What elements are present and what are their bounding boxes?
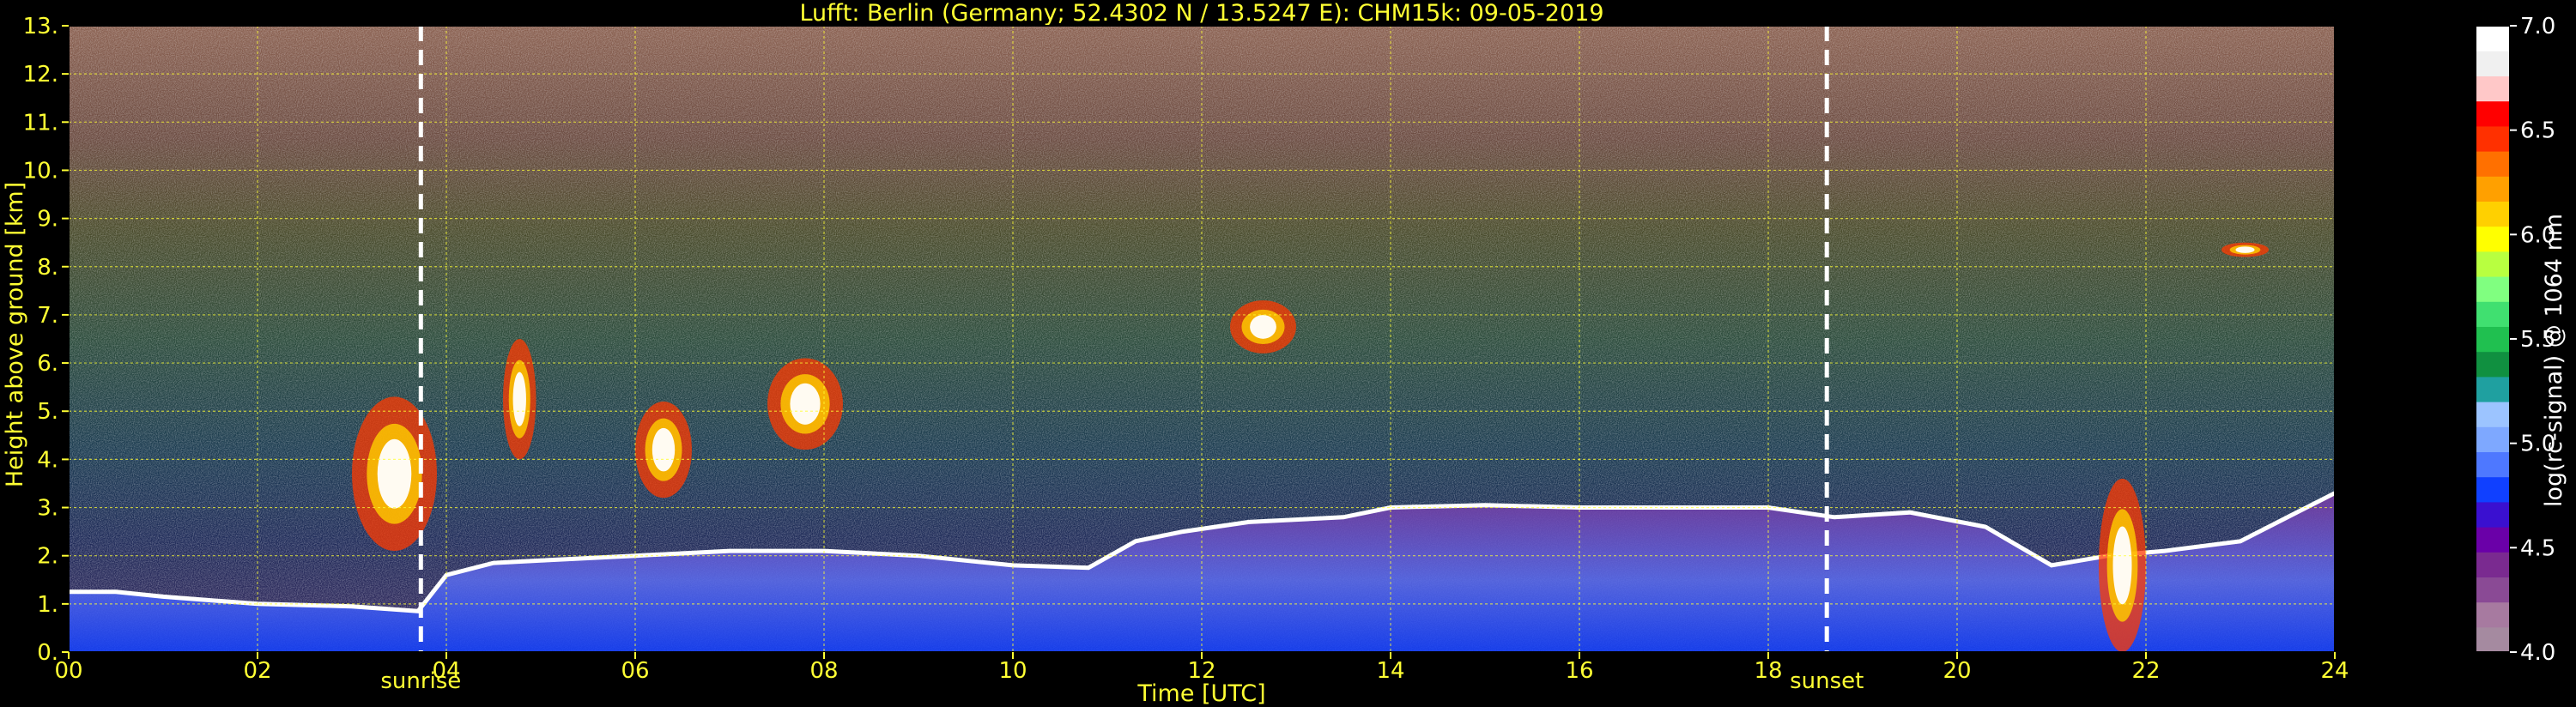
- y-tick-label: 2.: [37, 544, 58, 570]
- cloud-feature: [503, 339, 536, 460]
- colorbar-swatch: [2476, 51, 2510, 76]
- y-tick-label: 13.: [23, 14, 58, 39]
- x-tick-label: 06: [621, 658, 649, 684]
- colorbar-swatch: [2476, 402, 2510, 427]
- colorbar-tick-label: 4.5: [2520, 535, 2555, 561]
- colorbar-swatch: [2476, 251, 2510, 277]
- cloud-feature: [2221, 242, 2269, 257]
- sunset-label: sunset: [1790, 668, 1864, 694]
- colorbar-tick-label: 6.5: [2520, 118, 2555, 144]
- x-tick-label: 00: [54, 658, 82, 684]
- y-tick-label: 11.: [23, 110, 58, 136]
- x-tick-label: 08: [809, 658, 838, 684]
- colorbar: 4.04.55.05.56.06.57.0 log(rc-signal) @ 1…: [2475, 14, 2567, 666]
- sunrise-label: sunrise: [380, 668, 461, 694]
- y-tick-label: 7.: [37, 303, 58, 329]
- colorbar-swatch: [2476, 552, 2510, 577]
- y-tick-label: 9.: [37, 207, 58, 233]
- colorbar-label: log(rc-signal) @ 1064 nm: [2541, 214, 2567, 507]
- y-tick-label: 3.: [37, 496, 58, 522]
- colorbar-swatch: [2476, 26, 2510, 51]
- colorbar-swatch: [2476, 426, 2510, 452]
- x-tick-label: 18: [1754, 658, 1782, 684]
- x-tick-label: 02: [243, 658, 271, 684]
- x-tick-label: 22: [2131, 658, 2160, 684]
- y-tick-label: 1.: [37, 592, 58, 618]
- colorbar-swatch: [2476, 176, 2510, 202]
- x-tick-label: 20: [1943, 658, 1971, 684]
- colorbar-tick-label: 7.0: [2520, 14, 2555, 39]
- colorbar-swatch: [2476, 276, 2510, 302]
- colorbar-swatch: [2476, 151, 2510, 177]
- cloud-feature: [352, 396, 437, 552]
- y-tick-label: 6.: [37, 351, 58, 377]
- y-tick-label: 10.: [23, 158, 58, 184]
- x-tick-label: 16: [1565, 658, 1593, 684]
- cloud-feature: [767, 358, 843, 450]
- colorbar-swatch: [2476, 201, 2510, 227]
- y-tick-label: 12.: [23, 62, 58, 88]
- y-tick-label: 0.: [37, 640, 58, 666]
- y-axis: 0. 1. 2. 3. 4. 5. 6. 7. 8. 9. 10. 11. 12. 13.: [23, 14, 69, 666]
- y-tick-label: 5.: [37, 399, 58, 425]
- x-axis-label: Time [UTC]: [1136, 680, 1265, 707]
- colorbar-swatch: [2476, 125, 2510, 152]
- chart-title: Lufft: Berlin (Germany; 52.4302 N / 13.5…: [799, 0, 1603, 27]
- colorbar-swatch: [2476, 601, 2510, 628]
- colorbar-tick-label: 4.0: [2520, 640, 2555, 666]
- colorbar-swatch: [2476, 451, 2510, 478]
- y-tick-label: 4.: [37, 447, 58, 473]
- x-tick-label: 14: [1376, 658, 1404, 684]
- colorbar-swatch: [2476, 501, 2510, 528]
- ceilometer-plot: Lufft: Berlin (Germany; 52.4302 N / 13.5…: [2, 0, 2567, 707]
- colorbar-swatch: [2476, 301, 2510, 327]
- colorbar-swatch: [2476, 527, 2510, 553]
- y-axis-label: Height above ground [km]: [2, 182, 28, 487]
- x-tick-label: 24: [2320, 658, 2349, 684]
- colorbar-swatch: [2476, 326, 2510, 353]
- colorbar-swatches: [2476, 26, 2510, 653]
- cloud-feature: [2099, 478, 2146, 652]
- y-tick-label: 8.: [37, 255, 58, 281]
- colorbar-swatch: [2476, 476, 2510, 503]
- colorbar-swatch: [2476, 626, 2510, 653]
- colorbar-swatch: [2476, 351, 2510, 378]
- colorbar-swatch: [2476, 577, 2510, 603]
- colorbar-swatch: [2476, 100, 2510, 127]
- cloud-feature: [635, 402, 692, 499]
- x-tick-label: 10: [998, 658, 1027, 684]
- plot-area: [68, 25, 2337, 653]
- colorbar-swatch: [2476, 226, 2510, 252]
- cloud-feature: [1230, 300, 1296, 354]
- colorbar-swatch: [2476, 76, 2510, 102]
- colorbar-swatch: [2476, 376, 2510, 402]
